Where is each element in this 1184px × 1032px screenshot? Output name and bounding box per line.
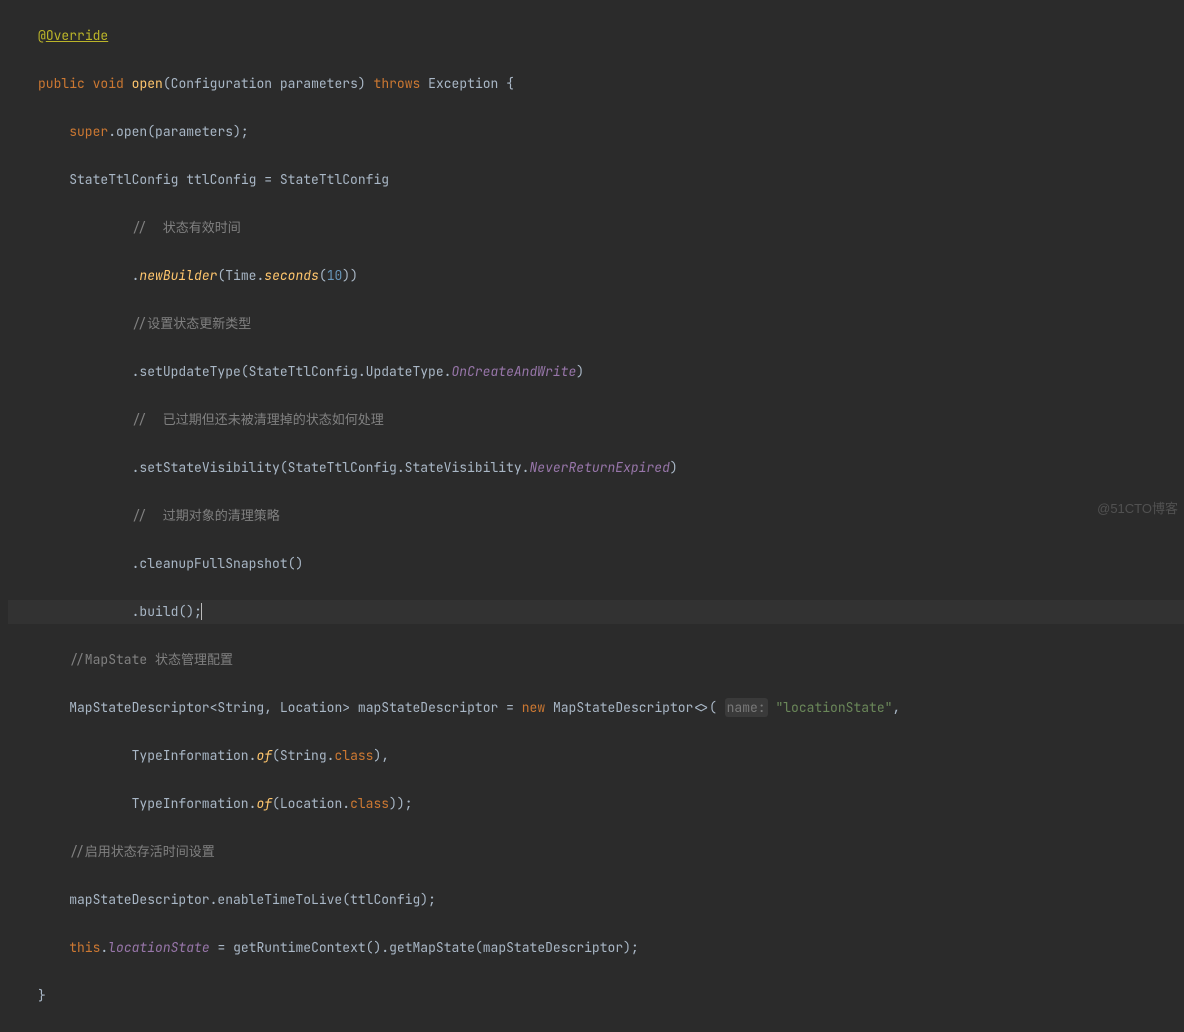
annotation-override: Override [46, 27, 108, 44]
comment: //MapState 状态管理配置 [69, 651, 233, 668]
code-line: .setStateVisibility(StateTtlConfig.State… [8, 456, 1184, 480]
code-line-active: .build(); [8, 600, 1184, 624]
code-line: } [8, 984, 1184, 1008]
code-line: StateTtlConfig ttlConfig = StateTtlConfi… [8, 168, 1184, 192]
watermark: @51CTO博客 [1097, 497, 1178, 521]
code-editor[interactable]: @Override public void open(Configuration… [0, 0, 1184, 1032]
code-line: // 已过期但还未被清理掉的状态如何处理 [8, 408, 1184, 432]
code-line: TypeInformation.of(String.class), [8, 744, 1184, 768]
comment: // 过期对象的清理策略 [132, 507, 280, 524]
code-line: //启用状态存活时间设置 [8, 840, 1184, 864]
code-line: this.locationState = getRuntimeContext()… [8, 936, 1184, 960]
code-line: .cleanupFullSnapshot() [8, 552, 1184, 576]
code-line: // 过期对象的清理策略 [8, 504, 1184, 528]
param-hint: name: [725, 698, 768, 717]
code-line: super.open(parameters); [8, 120, 1184, 144]
comment: //设置状态更新类型 [132, 315, 252, 332]
code-line: @Override [8, 24, 1184, 48]
code-line: public void open(Configuration parameter… [8, 72, 1184, 96]
annotation-at: @ [38, 27, 46, 44]
code-line: MapStateDescriptor<String, Location> map… [8, 696, 1184, 720]
text-caret [201, 603, 202, 620]
code-line: //MapState 状态管理配置 [8, 648, 1184, 672]
comment: // 状态有效时间 [132, 219, 241, 236]
comment: //启用状态存活时间设置 [69, 843, 215, 860]
comment: // 已过期但还未被清理掉的状态如何处理 [132, 411, 384, 428]
code-line: .newBuilder(Time.seconds(10)) [8, 264, 1184, 288]
code-line: .setUpdateType(StateTtlConfig.UpdateType… [8, 360, 1184, 384]
code-line: mapStateDescriptor.enableTimeToLive(ttlC… [8, 888, 1184, 912]
code-line: // 状态有效时间 [8, 216, 1184, 240]
code-line: TypeInformation.of(Location.class)); [8, 792, 1184, 816]
code-line: //设置状态更新类型 [8, 312, 1184, 336]
method-open: open [132, 75, 163, 92]
